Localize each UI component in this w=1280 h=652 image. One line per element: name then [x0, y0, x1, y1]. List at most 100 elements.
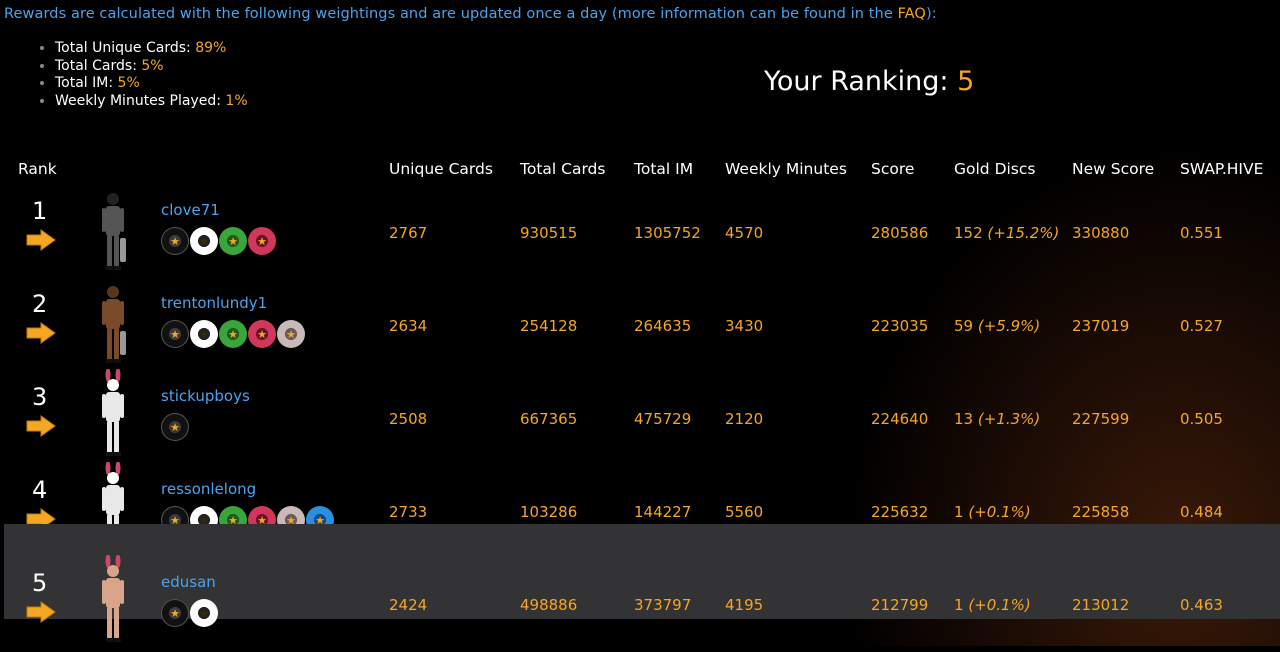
white-disc-icon: ★ [190, 599, 218, 627]
column-header-score: Score [871, 160, 915, 178]
cell-swap: 0.527 [1180, 317, 1223, 335]
cell-total: 103286 [520, 503, 578, 521]
cell-minutes: 2120 [725, 410, 764, 428]
cell-unique: 2508 [389, 410, 428, 428]
black-disc-icon: ★ [161, 227, 189, 255]
column-header-swap-hive: SWAP.HIVE [1180, 160, 1264, 178]
rank-number: 2 [32, 290, 48, 318]
star-icon: ★ [257, 234, 267, 248]
avatar[interactable] [90, 369, 136, 459]
gold-discs-percent: (+1.3%) [977, 410, 1041, 428]
cell-gold-discs: 1 (+0.1%) [954, 503, 1031, 521]
your-ranking: Your Ranking: 5 [764, 66, 974, 97]
username-link[interactable]: edusan [161, 573, 216, 591]
your-ranking-value: 5 [957, 66, 975, 97]
arrow-right-icon[interactable] [26, 415, 56, 437]
gold-discs-count: 152 [954, 224, 983, 242]
column-header-weekly-minutes: Weekly Minutes [725, 160, 847, 178]
star-icon: ★ [170, 420, 180, 434]
cell-unique: 2634 [389, 317, 428, 335]
gold-discs-count: 1 [954, 503, 964, 521]
arrow-right-icon[interactable] [26, 229, 56, 251]
column-header-unique-cards: Unique Cards [389, 160, 493, 178]
weighting-item: Total Cards: 5% [55, 58, 248, 76]
cell-gold-discs: 152 (+15.2%) [954, 224, 1059, 242]
star-icon: ★ [199, 234, 209, 248]
cell-minutes: 4570 [725, 224, 764, 242]
cell-unique: 2733 [389, 503, 428, 521]
cell-swap: 0.484 [1180, 503, 1223, 521]
avatar[interactable] [90, 183, 136, 273]
gold-discs-count: 13 [954, 410, 974, 428]
star-icon: ★ [228, 234, 238, 248]
weighting-item: Weekly Minutes Played: 1% [55, 93, 248, 111]
table-row[interactable]: 1 clove71 ★ ★ ★ ★ 2767 930515 1305752 4570 280586 3… [0, 187, 1280, 280]
gold-discs-percent: (+0.1%) [968, 503, 1031, 521]
rank-number: 3 [32, 383, 48, 411]
cell-total: 498886 [520, 596, 578, 614]
white-disc-icon: ★ [190, 320, 218, 348]
black-disc-icon: ★ [161, 320, 189, 348]
red-disc-icon: ★ [248, 227, 276, 255]
cell-total: 667365 [520, 410, 578, 428]
cell-im: 264635 [634, 317, 692, 335]
rank-number: 4 [32, 476, 48, 504]
cell-im: 1305752 [634, 224, 701, 242]
disc-collection: ★ ★ [161, 599, 218, 627]
table-row[interactable]: 3 stickupboys ★ 2508 667365 475729 2120 224640 2… [0, 369, 1280, 466]
cell-im: 475729 [634, 410, 692, 428]
weightings-list: Total Unique Cards: 89% Total Cards: 5% … [38, 40, 248, 110]
avatar[interactable] [90, 555, 136, 645]
disc-collection: ★ ★ ★ ★ [161, 227, 276, 255]
weighting-item: Total Unique Cards: 89% [55, 40, 248, 58]
cell-gold-discs: 13 (+1.3%) [954, 410, 1040, 428]
intro-text-end: ): [925, 6, 937, 22]
cell-swap: 0.505 [1180, 410, 1223, 428]
gold-discs-percent: (+15.2%) [987, 224, 1060, 242]
column-header-gold-discs: Gold Discs [954, 160, 1036, 178]
star-icon: ★ [170, 606, 180, 620]
black-disc-icon: ★ [161, 599, 189, 627]
username-link[interactable]: ressonlelong [161, 480, 256, 498]
table-row[interactable]: 2 trentonlundy1 ★ ★ ★ ★ ★ 2634 254128 264635 3430 2… [0, 280, 1280, 373]
cell-minutes: 5560 [725, 503, 764, 521]
username-link[interactable]: trentonlundy1 [161, 294, 267, 312]
avatar[interactable] [90, 276, 136, 366]
weighting-item: Total IM: 5% [55, 75, 248, 93]
arrow-right-icon[interactable] [26, 322, 56, 344]
intro-text: Rewards are calculated with the followin… [4, 6, 898, 22]
cell-new-score: 213012 [1072, 596, 1130, 614]
cell-total: 254128 [520, 317, 578, 335]
star-icon: ★ [199, 606, 209, 620]
cell-score: 225632 [871, 503, 929, 521]
star-icon: ★ [286, 327, 296, 341]
gold-discs-count: 59 [954, 317, 974, 335]
arrow-right-icon[interactable] [26, 601, 56, 623]
cell-total: 930515 [520, 224, 578, 242]
cell-score: 280586 [871, 224, 929, 242]
cell-new-score: 227599 [1072, 410, 1130, 428]
rank-number: 5 [32, 569, 48, 597]
disc-collection: ★ ★ ★ ★ ★ [161, 320, 305, 348]
disc-collection: ★ [161, 413, 189, 441]
table-row[interactable]: 5 edusan ★ ★ 2424 498886 373797 4195 212799 21301… [4, 524, 1280, 642]
cell-gold-discs: 1 (+0.1%) [954, 596, 1031, 614]
faq-link[interactable]: FAQ [898, 6, 926, 22]
cell-minutes: 4195 [725, 596, 764, 614]
star-icon: ★ [257, 327, 267, 341]
cell-minutes: 3430 [725, 317, 764, 335]
column-header-rank: Rank [18, 160, 57, 178]
cell-gold-discs: 59 (+5.9%) [954, 317, 1040, 335]
star-icon: ★ [199, 327, 209, 341]
rank-number: 1 [32, 197, 48, 225]
cell-im: 144227 [634, 503, 692, 521]
username-link[interactable]: stickupboys [161, 387, 250, 405]
column-header-total-im: Total IM [634, 160, 694, 178]
rewards-intro: Rewards are calculated with the followin… [4, 6, 937, 22]
column-header-new-score: New Score [1072, 160, 1155, 178]
username-link[interactable]: clove71 [161, 201, 220, 219]
column-header-total-cards: Total Cards [520, 160, 606, 178]
cell-swap: 0.463 [1180, 596, 1223, 614]
star-icon: ★ [170, 327, 180, 341]
cell-swap: 0.551 [1180, 224, 1223, 242]
